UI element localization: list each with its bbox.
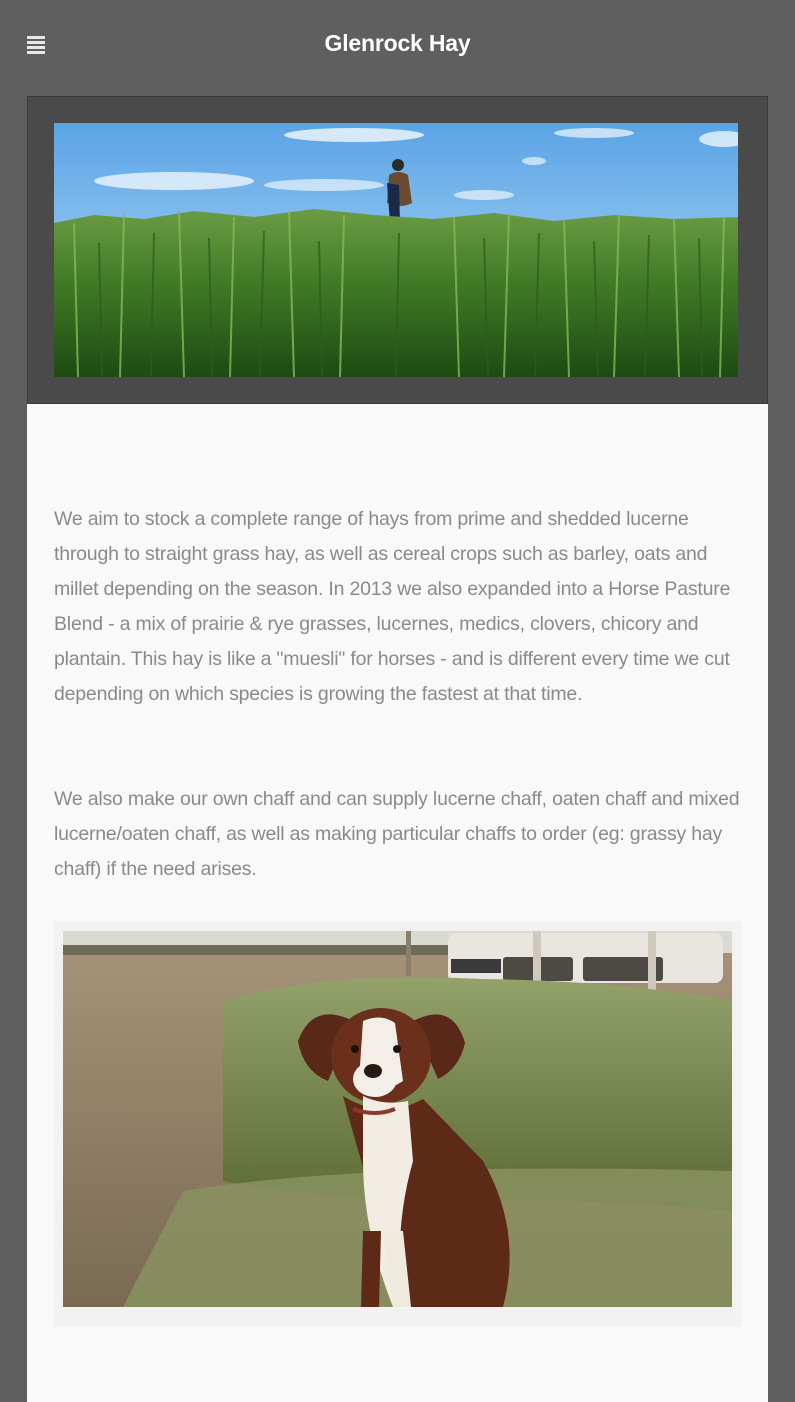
site-title[interactable]: Glenrock Hay <box>0 30 795 57</box>
banner-photo <box>54 123 738 377</box>
photo-frame <box>54 921 741 1327</box>
main-content: We aim to stock a complete range of hays… <box>27 404 768 1402</box>
banner-frame <box>27 96 768 404</box>
chaff-paragraph: We also make our own chaff and can suppl… <box>54 788 740 880</box>
truck <box>448 933 723 983</box>
site-header: Glenrock Hay <box>0 0 795 96</box>
puppy-photo <box>63 931 732 1307</box>
intro-paragraph: We aim to stock a complete range of hays… <box>54 508 731 705</box>
